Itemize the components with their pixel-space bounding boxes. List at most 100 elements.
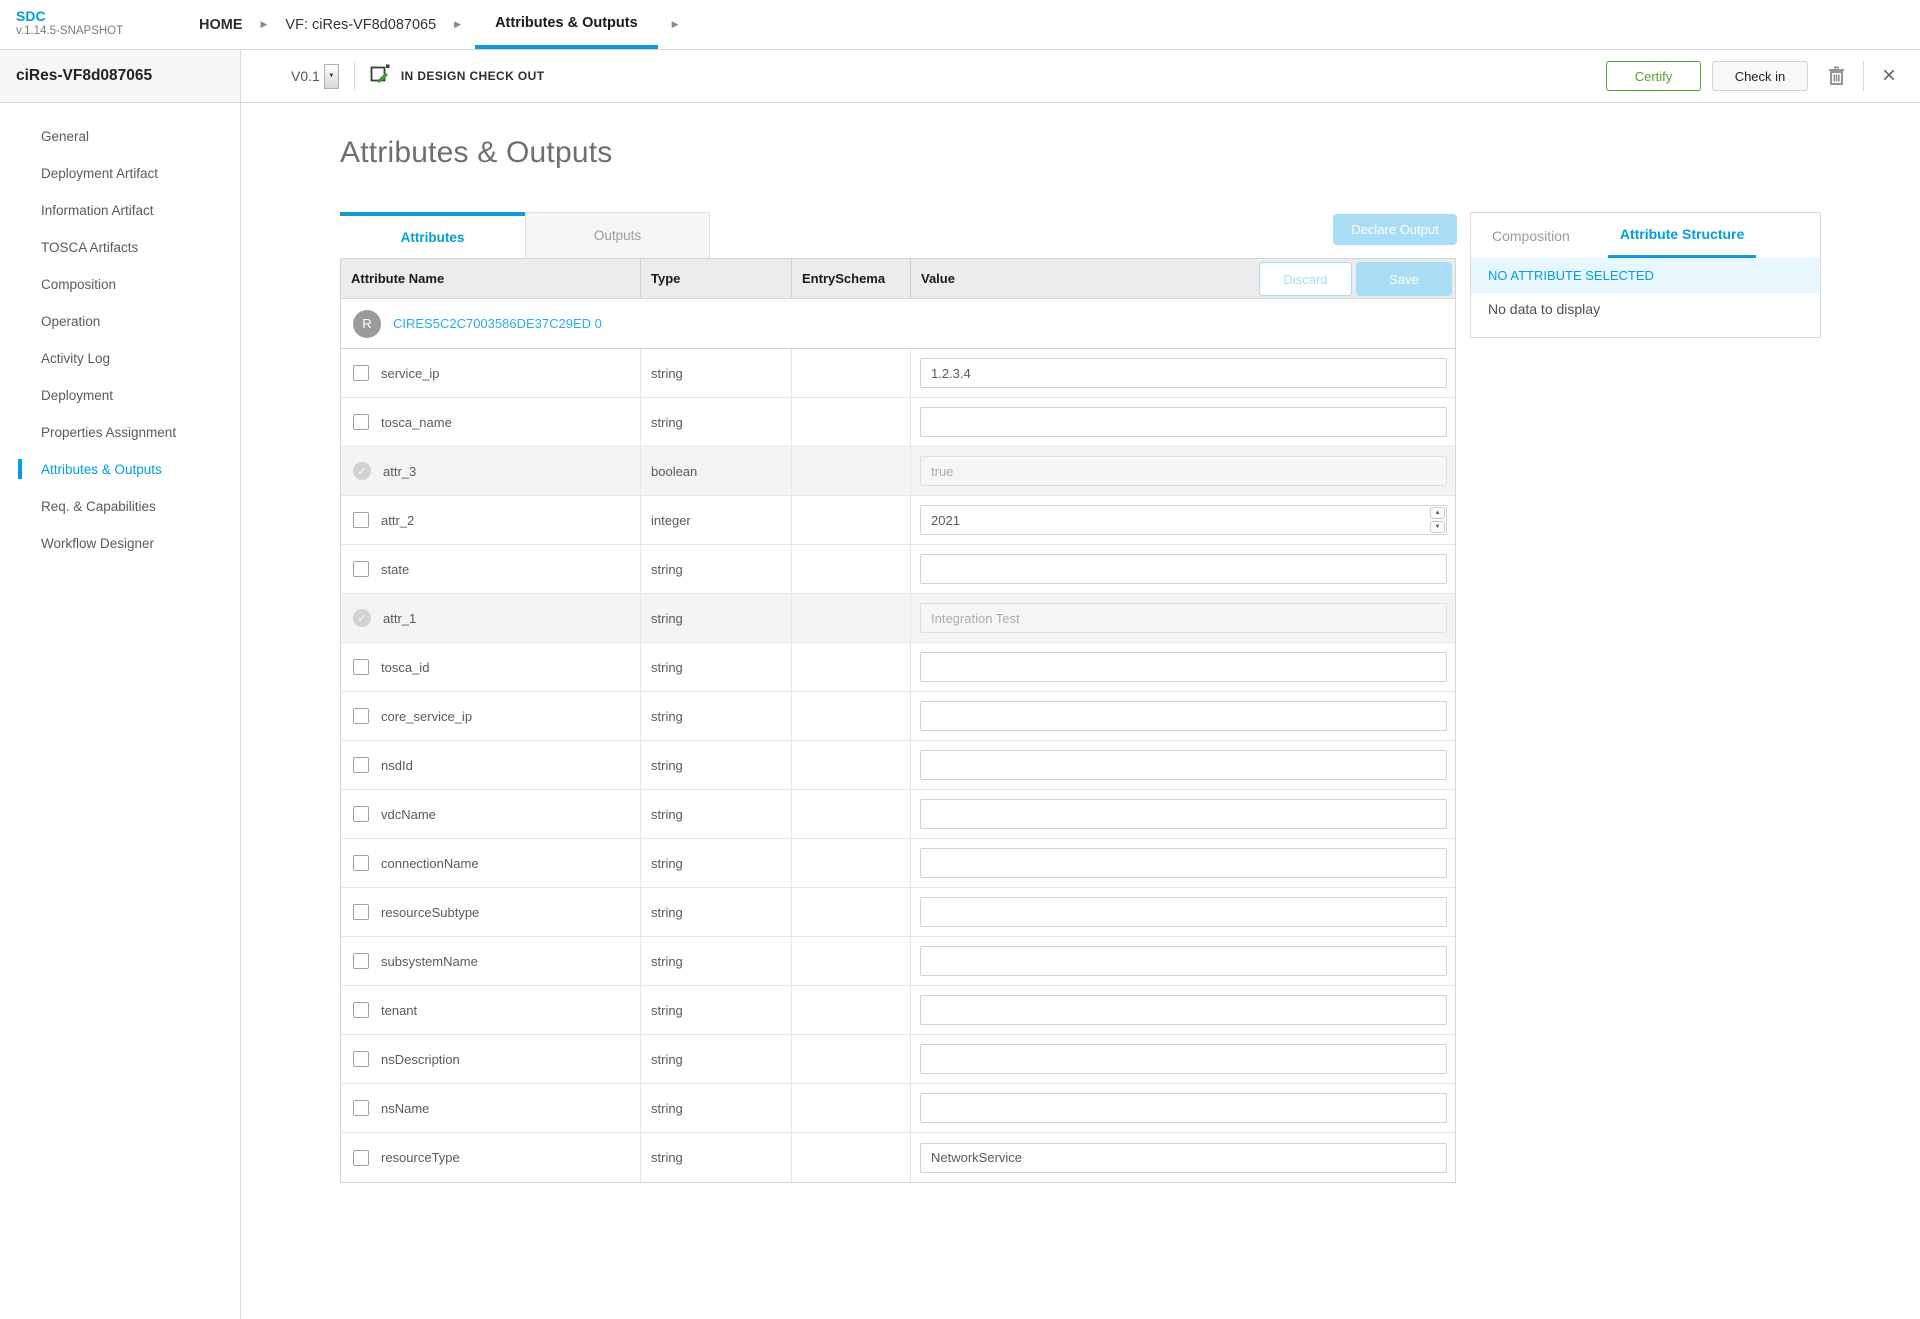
attribute-name: tosca_name <box>381 415 452 430</box>
attribute-row-tenant: tenant string <box>341 986 1455 1035</box>
tab-outputs[interactable]: Outputs <box>525 212 710 258</box>
row-checkbox[interactable] <box>353 757 369 773</box>
attribute-row-nsDescription: nsDescription string <box>341 1035 1455 1084</box>
value-input-tosca_id[interactable] <box>920 652 1447 682</box>
row-checkbox[interactable] <box>353 953 369 969</box>
value-input-core_service_ip[interactable] <box>920 701 1447 731</box>
discard-button[interactable]: Discard <box>1259 262 1352 296</box>
row-checkbox[interactable] <box>353 512 369 528</box>
row-checkbox[interactable] <box>353 1150 369 1166</box>
attribute-row-tosca_id: tosca_id string <box>341 643 1455 692</box>
row-checkbox[interactable] <box>353 1100 369 1116</box>
version-value: V0.1 <box>291 68 320 84</box>
attribute-type: string <box>641 545 792 593</box>
sidebar-item-tosca-artifacts[interactable]: TOSCA Artifacts <box>0 229 240 266</box>
value-input-attr_2[interactable] <box>920 505 1447 535</box>
checkin-button[interactable]: Check in <box>1712 61 1808 91</box>
row-checkbox[interactable] <box>353 855 369 871</box>
version-selector[interactable]: V0.1 ▼ <box>291 64 339 89</box>
value-input-resourceType[interactable] <box>920 1143 1447 1173</box>
detail-tab-composition[interactable]: Composition <box>1471 213 1591 258</box>
attribute-row-state: state string <box>341 545 1455 594</box>
row-checkbox[interactable] <box>353 365 369 381</box>
version-dropdown-arrow-icon[interactable]: ▼ <box>324 64 339 89</box>
sidebar-item-deployment[interactable]: Deployment <box>0 377 240 414</box>
value-input-tosca_name[interactable] <box>920 407 1447 437</box>
breadcrumb-item-attributes-outputs[interactable]: Attributes & Outputs <box>475 0 658 49</box>
value-input-nsdId[interactable] <box>920 750 1447 780</box>
resource-avatar: R <box>353 310 381 338</box>
detail-tab-attribute-structure[interactable]: Attribute Structure <box>1608 213 1756 258</box>
number-spinner[interactable]: ▲▼ <box>1430 507 1445 533</box>
instance-link[interactable]: CIRES5C2C7003586DE37C29ED 0 <box>393 316 602 331</box>
row-checkbox[interactable] <box>353 659 369 675</box>
tab-attributes[interactable]: Attributes <box>340 212 525 258</box>
sidebar-item-workflow-designer[interactable]: Workflow Designer <box>0 525 240 562</box>
value-input-nsName[interactable] <box>920 1093 1447 1123</box>
attribute-type: string <box>641 839 792 887</box>
version-status-area: V0.1 ▼ IN DESIGN CHECK OUT <box>241 50 544 102</box>
attribute-type: string <box>641 741 792 789</box>
sidebar-item-general[interactable]: General <box>0 118 240 155</box>
attribute-row-connectionName: connectionName string <box>341 839 1455 888</box>
sidebar-item-req-capabilities[interactable]: Req. & Capabilities <box>0 488 240 525</box>
declare-output-button[interactable]: Declare Output <box>1333 214 1457 245</box>
value-input-service_ip[interactable] <box>920 358 1447 388</box>
row-checkbox[interactable] <box>353 1051 369 1067</box>
sidebar-item-operation[interactable]: Operation <box>0 303 240 340</box>
certify-button[interactable]: Certify <box>1606 61 1701 91</box>
sidebar-item-information-artifact[interactable]: Information Artifact <box>0 192 240 229</box>
sidebar-item-composition[interactable]: Composition <box>0 266 240 303</box>
attribute-name: attr_3 <box>383 464 416 479</box>
attribute-type: string <box>641 986 792 1034</box>
entity-name: ciRes-VF8d087065 <box>16 67 152 85</box>
app-logo-text: SDC <box>16 8 195 24</box>
instance-group-row[interactable]: R CIRES5C2C7003586DE37C29ED 0 <box>341 299 1455 349</box>
value-input-nsDescription[interactable] <box>920 1044 1447 1074</box>
value-input-subsystemName[interactable] <box>920 946 1447 976</box>
app-logo[interactable]: SDC v.1.14.5-SNAPSHOT <box>0 0 195 49</box>
save-button[interactable]: Save <box>1356 262 1452 296</box>
attribute-row-attr_2: attr_2 integer ▲▼ <box>341 496 1455 545</box>
attribute-entryschema <box>792 594 911 642</box>
value-input-resourceSubtype[interactable] <box>920 897 1447 927</box>
value-input-vdcName[interactable] <box>920 799 1447 829</box>
attribute-entryschema <box>792 1133 911 1182</box>
breadcrumb-item-vf-cires-vf8d087065[interactable]: VF: ciRes-VF8d087065 <box>281 0 440 49</box>
no-attribute-selected-banner: NO ATTRIBUTE SELECTED <box>1471 258 1820 293</box>
attribute-type: string <box>641 692 792 740</box>
row-checkbox[interactable] <box>353 806 369 822</box>
value-input-state[interactable] <box>920 554 1447 584</box>
attribute-entryschema <box>792 643 911 691</box>
checkout-icon <box>370 63 391 89</box>
attribute-entryschema <box>792 839 911 887</box>
value-input-tenant[interactable] <box>920 995 1447 1025</box>
row-checkbox[interactable] <box>353 904 369 920</box>
row-checkbox[interactable] <box>353 561 369 577</box>
breadcrumb: HOME▶VF: ciRes-VF8d087065▶Attributes & O… <box>195 0 693 49</box>
sidebar-item-properties-assignment[interactable]: Properties Assignment <box>0 414 240 451</box>
attribute-type: string <box>641 937 792 985</box>
sidebar-item-attributes-outputs[interactable]: Attributes & Outputs <box>0 451 240 488</box>
attribute-row-tosca_name: tosca_name string <box>341 398 1455 447</box>
value-input-connectionName[interactable] <box>920 848 1447 878</box>
workspace-header: ciRes-VF8d087065 V0.1 ▼ IN DESIGN CHECK … <box>0 50 1920 103</box>
attribute-name: nsName <box>381 1101 429 1116</box>
row-checkbox[interactable] <box>353 414 369 430</box>
row-checkbox[interactable] <box>353 708 369 724</box>
attribute-type: string <box>641 1035 792 1083</box>
lifecycle-status: IN DESIGN CHECK OUT <box>370 63 545 89</box>
row-checkbox[interactable] <box>353 1002 369 1018</box>
attribute-name: state <box>381 562 409 577</box>
page-title: Attributes & Outputs <box>340 136 612 170</box>
sidebar-item-deployment-artifact[interactable]: Deployment Artifact <box>0 155 240 192</box>
spinner-up-icon[interactable]: ▲ <box>1430 507 1445 519</box>
sidebar-item-activity-log[interactable]: Activity Log <box>0 340 240 377</box>
close-icon[interactable]: × <box>1882 66 1896 86</box>
delete-icon[interactable] <box>1828 66 1845 86</box>
column-header-type: Type <box>641 259 792 298</box>
breadcrumb-item-home[interactable]: HOME <box>195 0 247 49</box>
spinner-down-icon[interactable]: ▼ <box>1430 521 1445 533</box>
attribute-row-service_ip: service_ip string <box>341 349 1455 398</box>
checked-circle-icon: ✓ <box>353 609 371 627</box>
